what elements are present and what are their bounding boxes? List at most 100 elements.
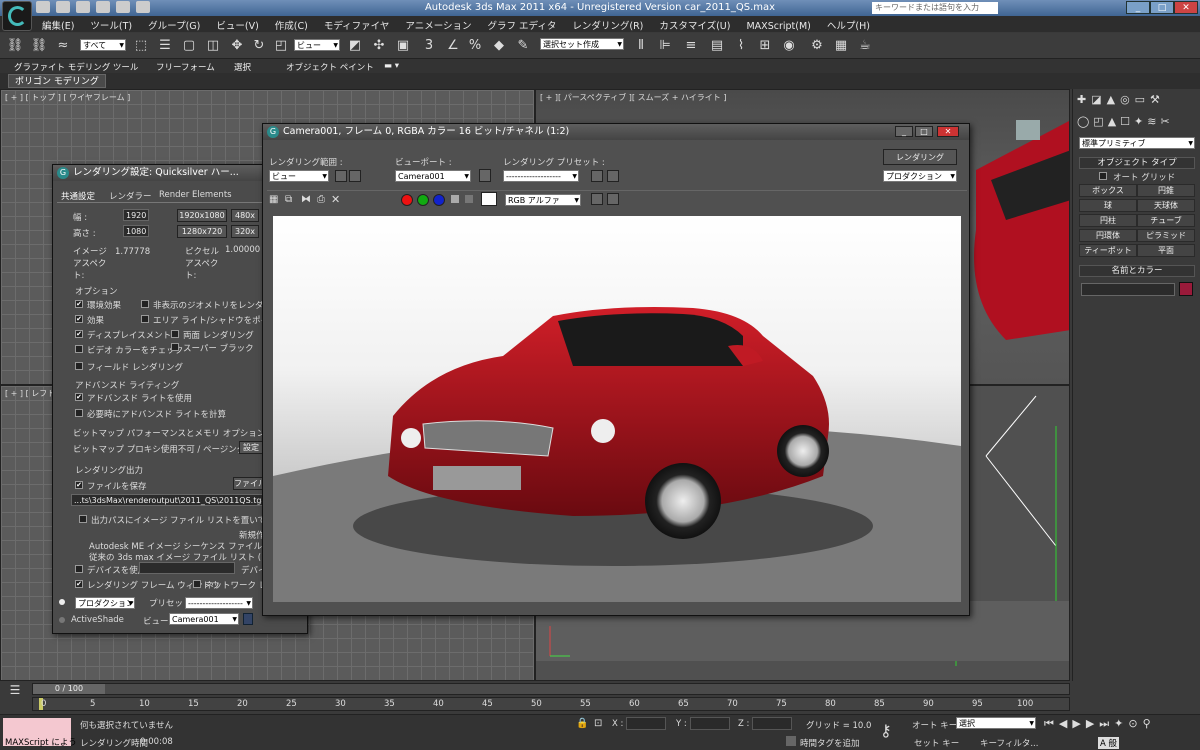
- polygon-modeling-panel[interactable]: ポリゴン モデリング: [8, 74, 106, 88]
- keyboard-shortcut-icon[interactable]: ▣: [394, 37, 412, 55]
- project-folder-icon[interactable]: [136, 1, 150, 13]
- object-color-swatch[interactable]: [1179, 282, 1193, 296]
- schematic-view-icon[interactable]: ⊞: [756, 37, 774, 55]
- scale-icon[interactable]: ◰: [272, 37, 290, 55]
- window-crossing-icon[interactable]: ◫: [204, 37, 222, 55]
- frame-close-button[interactable]: ✕: [937, 126, 959, 137]
- undo-icon[interactable]: [96, 1, 110, 13]
- preset-dropdown[interactable]: -------------------: [185, 597, 253, 609]
- alpha-channel-icon[interactable]: [451, 195, 459, 203]
- opt-effects-checkbox[interactable]: ✔: [75, 315, 83, 323]
- menu-edit[interactable]: 編集(E): [34, 16, 82, 34]
- time-slider-thumb[interactable]: 0 / 100: [33, 684, 105, 694]
- select-object-icon[interactable]: ⬚: [132, 37, 150, 55]
- blue-channel-icon[interactable]: [433, 194, 445, 206]
- ref-coord-dropdown[interactable]: ビュー: [294, 39, 340, 51]
- opt-area-lights-checkbox[interactable]: [141, 315, 149, 323]
- print-image-icon[interactable]: ⎙: [317, 194, 325, 205]
- lock-viewport-icon[interactable]: [479, 169, 491, 182]
- menu-customize[interactable]: カスタマイズ(U): [651, 16, 738, 34]
- opt-hidden-geometry-checkbox[interactable]: [141, 300, 149, 308]
- rect-selection-icon[interactable]: ▢: [180, 37, 198, 55]
- menu-group[interactable]: グループ(G): [140, 16, 208, 34]
- angle-snap-icon[interactable]: ∠: [444, 37, 462, 55]
- object-name-input[interactable]: [1081, 283, 1175, 296]
- rendered-frame-window-checkbox[interactable]: ✔: [75, 580, 83, 588]
- link-icon[interactable]: ⛓: [6, 37, 24, 55]
- close-button[interactable]: ✕: [1174, 1, 1198, 14]
- render-preset-dropdown[interactable]: -------------------: [503, 170, 579, 182]
- percent-snap-icon[interactable]: %: [466, 37, 484, 55]
- minimize-button[interactable]: _: [1126, 1, 1150, 14]
- selection-filter-dropdown[interactable]: すべて: [80, 39, 126, 51]
- menu-maxscript[interactable]: MAXScript(M): [738, 19, 818, 34]
- put-image-list-checkbox[interactable]: [79, 515, 87, 523]
- named-selection-dropdown[interactable]: 選択セット作成: [540, 38, 624, 50]
- search-input[interactable]: キーワードまたは語句を入力: [872, 2, 998, 14]
- sphere-button[interactable]: 球: [1079, 199, 1137, 212]
- green-channel-icon[interactable]: [417, 194, 429, 206]
- graphite-toggle-icon[interactable]: ▤: [708, 37, 726, 55]
- tube-button[interactable]: チューブ: [1137, 214, 1195, 227]
- render-production-icon[interactable]: ☕: [856, 37, 874, 55]
- select-manipulate-icon[interactable]: ✣: [370, 37, 388, 55]
- use-device-checkbox[interactable]: [75, 565, 83, 573]
- production-mode-dropdown[interactable]: プロダクション: [883, 170, 957, 182]
- opt-field-render-checkbox[interactable]: [75, 362, 83, 370]
- toggle-ui-icon[interactable]: [607, 193, 619, 205]
- mini-curve-editor-icon[interactable]: ☰: [0, 683, 30, 697]
- opt-super-black-checkbox[interactable]: [171, 343, 179, 351]
- preset-320-button[interactable]: 320x: [231, 225, 259, 238]
- material-editor-icon[interactable]: ◉: [780, 37, 798, 55]
- preset-480-button[interactable]: 480x: [231, 209, 259, 222]
- view-dropdown[interactable]: Camera001: [169, 613, 239, 625]
- key-filters-button[interactable]: キーフィルタ...: [980, 737, 1038, 749]
- maximize-button[interactable]: □: [1150, 1, 1174, 14]
- menu-animation[interactable]: アニメーション: [397, 16, 479, 34]
- channel-dropdown[interactable]: RGB アルファ: [505, 194, 581, 206]
- ime-indicator[interactable]: A 般: [1098, 737, 1120, 749]
- set-key-button[interactable]: セット キー: [914, 737, 959, 749]
- menu-create[interactable]: 作成(C): [267, 16, 316, 34]
- primitive-category-dropdown[interactable]: 標準プリミティブ: [1079, 137, 1195, 149]
- render-button[interactable]: レンダリング: [883, 149, 957, 165]
- width-input[interactable]: 1920: [123, 209, 149, 221]
- y-coord-field[interactable]: [690, 717, 730, 730]
- object-type-header[interactable]: オブジェクト タイプ: [1079, 157, 1195, 169]
- opt-atmospherics-checkbox[interactable]: ✔: [75, 300, 83, 308]
- save-file-icon[interactable]: [76, 1, 90, 13]
- app-logo[interactable]: [2, 1, 32, 31]
- time-tag-icon[interactable]: [786, 736, 796, 746]
- rendered-image[interactable]: [273, 216, 961, 602]
- net-render-checkbox[interactable]: [193, 580, 201, 588]
- tab-selection[interactable]: 選択: [234, 61, 251, 73]
- plane-button[interactable]: 平面: [1137, 244, 1195, 257]
- pyramid-button[interactable]: ピラミッド: [1137, 229, 1195, 242]
- move-icon[interactable]: ✥: [228, 37, 246, 55]
- opt-displacement-checkbox[interactable]: ✔: [75, 330, 83, 338]
- activeshade-radio[interactable]: [59, 617, 65, 623]
- render-area-dropdown[interactable]: ビュー: [269, 170, 329, 182]
- redo-icon[interactable]: [116, 1, 130, 13]
- playback-controls[interactable]: ⏮◀▶▶⏭✦⊙⚲: [1044, 717, 1194, 731]
- geosphere-button[interactable]: 天球体: [1137, 199, 1195, 212]
- use-advanced-lighting-checkbox[interactable]: ✔: [75, 393, 83, 401]
- edit-region-icon[interactable]: [335, 170, 347, 182]
- tab-renderer[interactable]: レンダラー: [109, 190, 152, 202]
- name-color-header[interactable]: 名前とカラー: [1079, 265, 1195, 277]
- menu-view[interactable]: ビュー(V): [208, 16, 266, 34]
- teapot-button[interactable]: ティーポット: [1079, 244, 1137, 257]
- render-setup-icon[interactable]: [591, 170, 603, 182]
- add-time-tag[interactable]: 時間タグを追加: [800, 737, 860, 749]
- mirror-icon[interactable]: ⫴: [632, 37, 650, 55]
- toggle-ui-overlay-icon[interactable]: [591, 193, 603, 205]
- pivot-icon[interactable]: ◩: [346, 37, 364, 55]
- save-file-checkbox[interactable]: ✔: [75, 481, 83, 489]
- z-coord-field[interactable]: [752, 717, 792, 730]
- create-category-icons[interactable]: ◯◰▲☐✦≋✂: [1077, 115, 1197, 129]
- key-selection-dropdown[interactable]: 選択: [956, 717, 1036, 729]
- clear-image-icon[interactable]: ✕: [331, 193, 340, 206]
- spinner-snap-icon[interactable]: ◆: [490, 37, 508, 55]
- menu-help[interactable]: ヘルプ(H): [819, 16, 878, 34]
- curve-editor-icon[interactable]: ⌇: [732, 37, 750, 55]
